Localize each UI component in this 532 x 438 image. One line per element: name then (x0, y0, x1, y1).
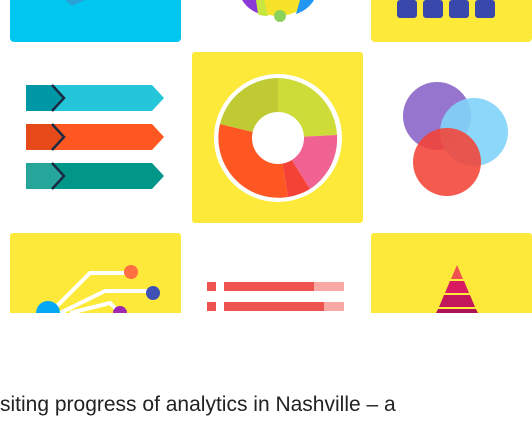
article-text-line: siting progress of analytics in Nashvill… (0, 393, 396, 416)
pyramid-tile (371, 233, 532, 313)
horizontal-bars-icon (207, 282, 344, 311)
chevron-bars-icon (26, 84, 164, 190)
top-left-cyan-tile-icon (65, 0, 85, 6)
circuit-lines-icon (36, 265, 160, 313)
horizontal-bars-tile (192, 233, 363, 313)
half-pie-tile (192, 0, 363, 42)
donut-chart-icon (214, 74, 342, 202)
venn-diagram-icon (403, 82, 508, 196)
circuit-lines-tile (10, 233, 181, 313)
donut-chart-tile (192, 52, 363, 223)
blue-squares-tile (371, 0, 532, 42)
pyramid-icon (436, 265, 478, 313)
cyan-tile (10, 0, 181, 42)
chevron-bars-tile (10, 52, 181, 223)
venn-diagram-tile (371, 52, 532, 223)
blue-squares-icon (397, 0, 495, 18)
half-pie-icon (242, 0, 314, 22)
